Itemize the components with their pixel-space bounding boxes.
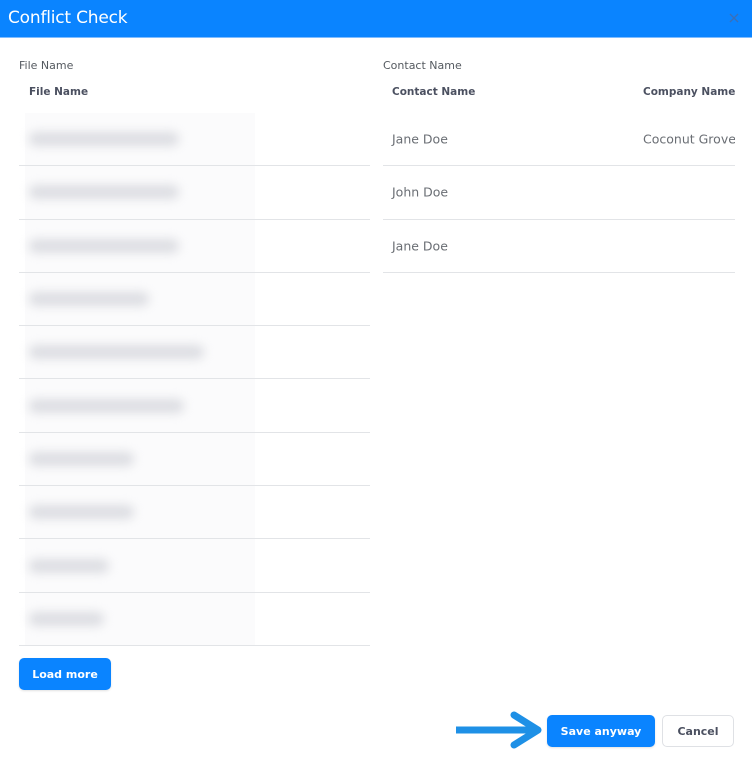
cancel-button[interactable]: Cancel (662, 715, 734, 747)
table-row[interactable] (19, 326, 370, 380)
table-row[interactable] (19, 486, 370, 540)
redacted-text (29, 345, 204, 360)
file-name-section-label: File Name (19, 59, 74, 72)
file-name-column-header[interactable]: File Name (29, 86, 88, 98)
file-name-table (19, 113, 370, 646)
redacted-text (29, 238, 179, 253)
contact-name-column-header[interactable]: Contact Name (392, 86, 475, 98)
dialog-header: Conflict Check (0, 0, 752, 38)
contact-name-section-label: Contact Name (383, 59, 462, 72)
table-row[interactable] (19, 432, 370, 487)
save-anyway-button[interactable]: Save anyway (547, 715, 655, 747)
redacted-text (29, 611, 104, 626)
table-row[interactable] (19, 113, 370, 167)
table-row[interactable] (19, 539, 370, 593)
redacted-text (29, 451, 134, 466)
company-name-column-header[interactable]: Company Name (643, 86, 735, 98)
table-row[interactable] (19, 166, 370, 220)
contact-name-cell: Jane Doe (392, 238, 448, 254)
table-row[interactable]: John Doe (383, 166, 735, 220)
arrow-right-icon (456, 711, 542, 749)
load-more-button[interactable]: Load more (19, 658, 111, 690)
contact-name-cell: John Doe (392, 184, 449, 200)
table-row[interactable] (19, 219, 370, 273)
redacted-text (29, 132, 179, 147)
redacted-text (29, 398, 184, 413)
redacted-text (29, 292, 149, 307)
contacts-table: Jane Doe Coconut Grove John Doe Jane Doe (383, 113, 735, 273)
contact-name-cell: Jane Doe (392, 131, 448, 147)
table-row[interactable]: Jane Doe Coconut Grove (383, 113, 735, 167)
company-name-cell: Coconut Grove (643, 131, 735, 147)
redacted-text (29, 558, 109, 573)
close-icon (729, 13, 739, 23)
table-row[interactable]: Jane Doe (383, 220, 735, 273)
table-row[interactable] (19, 379, 370, 433)
redacted-text (29, 505, 134, 520)
table-row[interactable] (19, 592, 370, 646)
redacted-text (29, 185, 179, 200)
dialog-title: Conflict Check (8, 8, 128, 28)
close-button[interactable] (726, 10, 742, 26)
table-row[interactable] (19, 272, 370, 327)
